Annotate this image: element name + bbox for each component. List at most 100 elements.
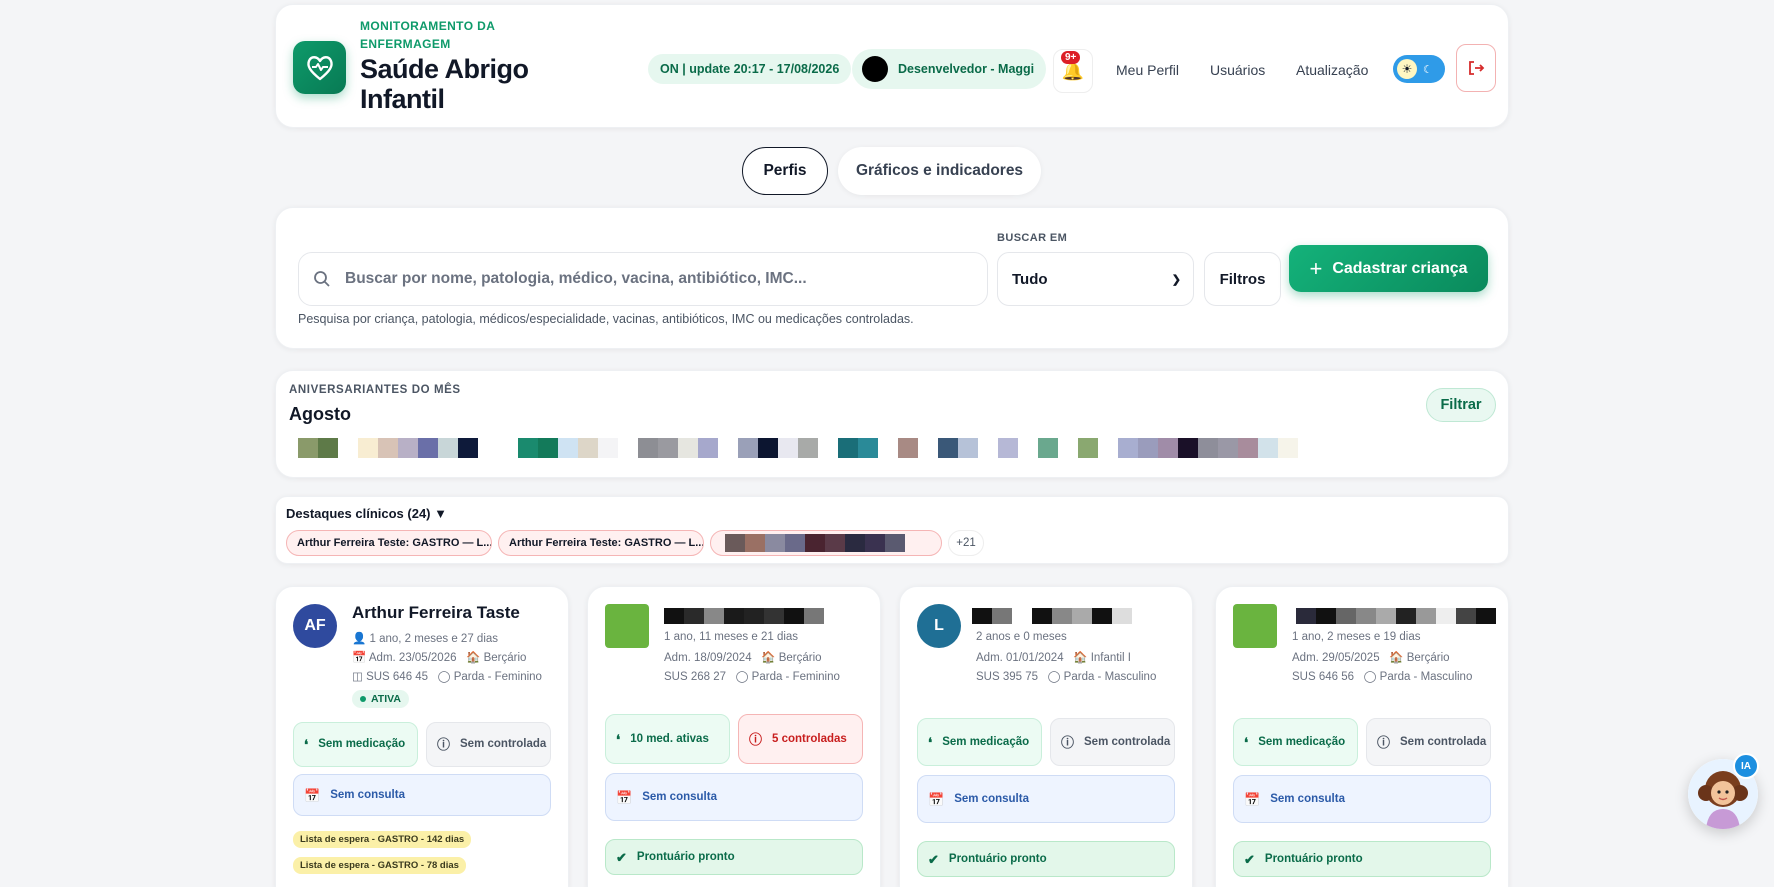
clinical-highlights-toggle[interactable]: Destaques clínicos (24) ▼ xyxy=(286,506,447,521)
notifications-count-badge: 9+ xyxy=(1061,51,1081,64)
calendar-icon: 📅 xyxy=(616,789,633,805)
search-field[interactable] xyxy=(298,252,988,306)
pill-icon: ❛ xyxy=(616,731,621,747)
pill-icon: ❛ xyxy=(1244,734,1249,750)
child-name-redacted xyxy=(972,608,1132,624)
child-age: 2 anos e 0 meses xyxy=(976,631,1067,643)
plus-icon: + xyxy=(1309,255,1323,281)
search-hint: Pesquisa por criança, patologia, médicos… xyxy=(298,312,914,326)
birthdays-filter-button[interactable]: Filtrar xyxy=(1426,388,1496,422)
avatar xyxy=(1233,604,1277,648)
more-highlights-badge[interactable]: +21 xyxy=(948,530,984,556)
controlled-status[interactable]: ⓘ 5 controladas xyxy=(738,714,863,764)
waitlist-badge: Lista de espera - GASTRO - 78 dias xyxy=(293,857,466,874)
child-age: 1 ano, 2 meses e 19 dias xyxy=(1292,631,1421,643)
logout-button[interactable] xyxy=(1456,44,1496,92)
check-circle-icon: ✔ xyxy=(928,851,939,867)
child-name: Arthur Ferreira Taste xyxy=(352,603,520,622)
alert-circle-icon: ⓘ xyxy=(749,731,763,747)
birthdays-month: Agosto xyxy=(289,404,351,424)
nav-meu-perfil[interactable]: Meu Perfil xyxy=(1116,62,1179,78)
chevron-down-icon: ❯ xyxy=(1171,273,1181,286)
search-scope-label: BUSCAR EM xyxy=(997,232,1068,244)
app-eyebrow: MONITORAMENTO DA ENFERMAGEM xyxy=(360,19,495,51)
check-circle-icon: ✔ xyxy=(616,849,627,865)
clinical-highlights-panel: Destaques clínicos (24) ▼ Arthur Ferreir… xyxy=(275,496,1509,564)
record-status[interactable]: ✔ Prontuário pronto xyxy=(1233,841,1491,877)
profile-card[interactable]: 1 ano, 2 meses e 19 dias Adm. 29/05/2025… xyxy=(1215,586,1509,887)
admission-info: Adm. 29/05/2025 🏠 Berçário xyxy=(1292,652,1450,664)
profile-card[interactable]: AF Arthur Ferreira Taste 👤 1 ano, 2 mese… xyxy=(275,586,569,887)
highlight-chip-redacted[interactable] xyxy=(710,530,942,556)
birthday-avatars-redacted xyxy=(298,438,1298,458)
child-name-redacted xyxy=(664,608,824,624)
medication-status[interactable]: ❛ Sem medicação xyxy=(917,718,1042,766)
status-badge: ATIVA xyxy=(352,690,409,708)
admission-info: Adm. 18/09/2024 🏠 Berçário xyxy=(664,652,822,664)
controlled-status[interactable]: ⓘ Sem controlada xyxy=(426,722,551,767)
user-badge[interactable]: Desenvelvedor - Maggi xyxy=(852,49,1047,89)
user-name: Desenvelvedor - Maggi xyxy=(898,62,1035,76)
sun-icon: ☀ xyxy=(1397,59,1417,79)
birthdays-label: ANIVERSARIANTES DO MÊS xyxy=(289,384,461,396)
avatar xyxy=(605,604,649,648)
admission-info: 📅 Adm. 23/05/2026 🏠 Berçário xyxy=(352,652,527,664)
ai-badge: IA xyxy=(1733,753,1759,779)
waitlist-badge: Lista de espera - GASTRO - 142 dias xyxy=(293,831,472,848)
app-header: MONITORAMENTO DA ENFERMAGEM Saúde Abrigo… xyxy=(275,4,1509,128)
check-circle-icon: ✔ xyxy=(1244,851,1255,867)
moon-icon: ☾ xyxy=(1423,63,1433,76)
update-status-badge: ON | update 20:17 - 17/08/2026 xyxy=(648,54,852,84)
search-input[interactable] xyxy=(345,270,945,288)
heart-pulse-logo-icon xyxy=(293,41,346,94)
controlled-status[interactable]: ⓘ Sem controlada xyxy=(1366,718,1491,766)
calendar-icon: 📅 xyxy=(304,787,321,803)
child-age: 👤 1 ano, 2 meses e 27 dias xyxy=(352,633,499,645)
calendar-icon: 📅 xyxy=(1244,791,1261,807)
medication-status[interactable]: ❛ 10 med. ativas xyxy=(605,714,730,764)
nav-atualizacao[interactable]: Atualização xyxy=(1296,62,1368,78)
record-status[interactable]: ✔ Prontuário pronto xyxy=(917,841,1175,877)
nav-usuarios[interactable]: Usuários xyxy=(1210,62,1265,78)
medication-status[interactable]: ❛ Sem medicação xyxy=(1233,718,1358,766)
tab-graficos-indicadores[interactable]: Gráficos e indicadores xyxy=(838,147,1041,195)
search-panel: Pesquisa por criança, patologia, médicos… xyxy=(275,207,1509,349)
child-age: 1 ano, 11 meses e 21 dias xyxy=(664,631,799,643)
sus-info: SUS 646 56 ◯ Parda - Masculino xyxy=(1292,671,1473,683)
app-title: Saúde Abrigo Infantil xyxy=(360,54,529,114)
controlled-status[interactable]: ⓘ Sem controlada xyxy=(1050,718,1175,766)
sus-info: SUS 395 75 ◯ Parda - Masculino xyxy=(976,671,1157,683)
tab-perfis[interactable]: Perfis xyxy=(742,147,828,195)
consultation-status[interactable]: 📅 Sem consulta xyxy=(293,774,551,816)
theme-toggle[interactable]: ☀ ☾ xyxy=(1393,55,1445,83)
alert-circle-icon: ⓘ xyxy=(1061,734,1075,750)
search-scope-value: Tudo xyxy=(1012,270,1048,288)
alert-circle-icon: ⓘ xyxy=(1377,734,1391,750)
search-icon xyxy=(314,271,330,287)
pill-icon: ❛ xyxy=(928,734,933,750)
record-status[interactable]: ✔ Prontuário pronto xyxy=(605,839,863,875)
medication-status[interactable]: ❛ Sem medicação xyxy=(293,722,418,767)
logout-icon xyxy=(1469,61,1485,75)
highlight-chip[interactable]: Arthur Ferreira Teste: GASTRO — L... xyxy=(498,530,704,556)
pill-icon: ❛ xyxy=(304,737,309,752)
birthdays-panel: ANIVERSARIANTES DO MÊS Agosto Filtrar xyxy=(275,370,1509,478)
child-name-redacted xyxy=(1296,608,1496,624)
sus-info: SUS 268 27 ◯ Parda - Feminino xyxy=(664,671,840,683)
profile-card[interactable]: 1 ano, 11 meses e 21 dias Adm. 18/09/202… xyxy=(587,586,881,887)
add-child-button[interactable]: + Cadastrar criança xyxy=(1289,245,1488,292)
user-avatar xyxy=(862,56,888,82)
sus-info: ◫ SUS 646 45 ◯ Parda - Feminino xyxy=(352,671,542,683)
search-scope-select[interactable]: Tudo ❯ xyxy=(997,252,1194,306)
profile-card[interactable]: L 2 anos e 0 meses Adm. 01/01/2024 🏠 Inf… xyxy=(899,586,1193,887)
consultation-status[interactable]: 📅 Sem consulta xyxy=(1233,775,1491,823)
calendar-icon: 📅 xyxy=(928,791,945,807)
filters-button[interactable]: Filtros xyxy=(1204,252,1281,306)
add-child-label: Cadastrar criança xyxy=(1332,259,1468,277)
consultation-status[interactable]: 📅 Sem consulta xyxy=(605,773,863,821)
admission-info: Adm. 01/01/2024 🏠 Infantil I xyxy=(976,652,1131,664)
highlight-chip[interactable]: Arthur Ferreira Teste: GASTRO — L... xyxy=(286,530,492,556)
consultation-status[interactable]: 📅 Sem consulta xyxy=(917,775,1175,823)
alert-circle-icon: ⓘ xyxy=(437,737,451,752)
avatar: L xyxy=(917,604,961,648)
